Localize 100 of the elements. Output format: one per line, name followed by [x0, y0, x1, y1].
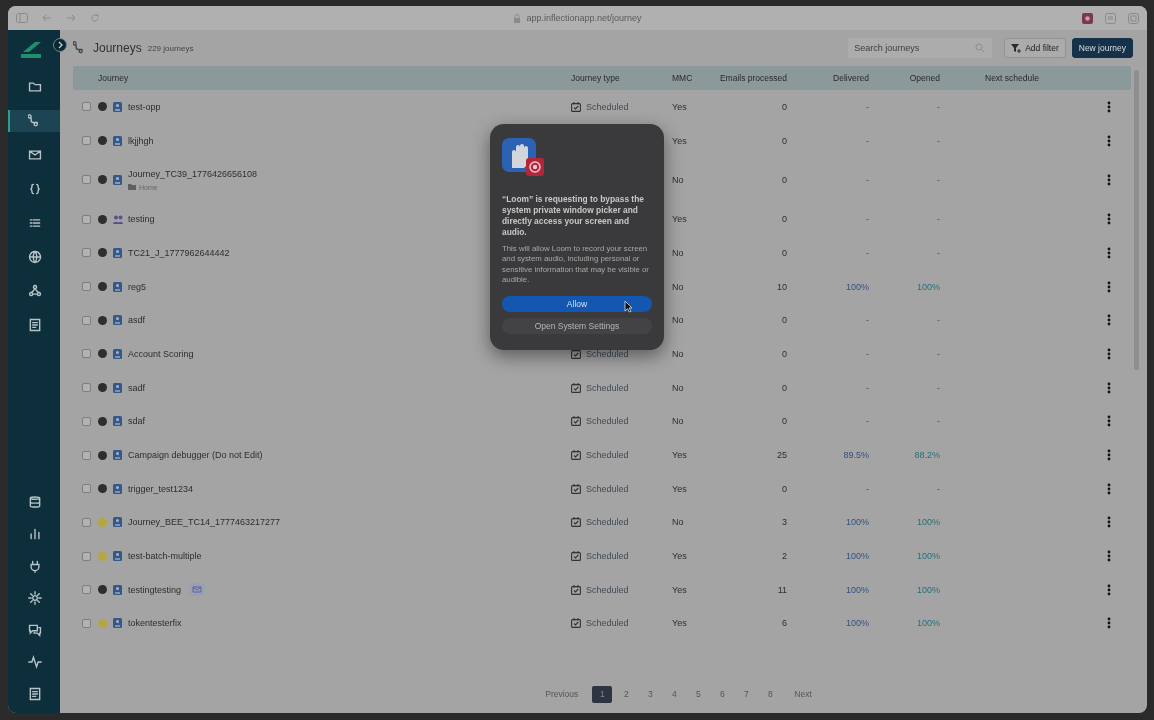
delivered-cell-text: -	[865, 247, 869, 258]
more-icon[interactable]	[1107, 314, 1111, 327]
row-checkbox[interactable]	[82, 383, 91, 393]
previous-link[interactable]: Previous	[533, 689, 591, 699]
search-field[interactable]: Search journeys	[848, 38, 993, 58]
page-number[interactable]: 7	[736, 685, 757, 703]
more-icon[interactable]	[1107, 415, 1111, 428]
more-icon[interactable]	[1107, 482, 1111, 495]
emails-cell-text: 6	[781, 618, 787, 629]
mail-icon	[28, 148, 42, 162]
extension-icon[interactable]	[1082, 12, 1093, 24]
journey-type: Scheduled	[586, 551, 629, 562]
journey-name[interactable]: asdf	[128, 315, 145, 326]
delivered-cell-text: -	[865, 483, 869, 494]
new-journey-button[interactable]: New journey	[1071, 38, 1133, 58]
page-number[interactable]: 2	[616, 685, 637, 703]
row-checkbox[interactable]	[82, 248, 91, 258]
braces-icon	[28, 182, 42, 196]
document-icon	[28, 318, 42, 332]
logo-icon[interactable]	[19, 40, 43, 60]
row-checkbox[interactable]	[82, 136, 91, 146]
more-icon[interactable]	[1107, 347, 1111, 360]
emails-cell-text: 0	[781, 214, 787, 225]
more-icon[interactable]	[1107, 246, 1111, 259]
more-icon[interactable]	[1107, 280, 1111, 293]
nav-item[interactable]	[8, 110, 60, 132]
collapse-icon[interactable]	[53, 38, 67, 52]
opened-cell-text: -	[936, 315, 940, 326]
journey-name[interactable]: lkjjhgh	[128, 135, 154, 146]
row-checkbox[interactable]	[82, 551, 91, 561]
more-icon[interactable]	[1107, 583, 1111, 596]
column-header: Journey	[98, 73, 130, 83]
row-checkbox[interactable]	[82, 450, 91, 460]
calendar-check-icon	[571, 101, 581, 112]
opened-cell-text: -	[936, 174, 940, 185]
more-icon[interactable]	[1107, 381, 1111, 394]
more-icon[interactable]	[1107, 516, 1111, 529]
journey-name[interactable]: Campaign debugger (Do not Edit)	[128, 450, 263, 461]
delivered-cell-text: 100%	[844, 517, 869, 528]
next-link[interactable]: Next	[782, 689, 824, 699]
column-header: MMC	[672, 73, 694, 83]
delivered-cell-text: -	[865, 416, 869, 427]
journey-name[interactable]: tokentesterfix	[128, 618, 182, 629]
journey-name[interactable]: TC21_J_1777962644442	[128, 247, 230, 258]
journey-name[interactable]: test-opp	[128, 101, 161, 112]
page-number[interactable]: 4	[664, 685, 685, 703]
opened-cell-text: -	[936, 416, 940, 427]
journey-name[interactable]: Journey_TC39_1776426656108	[128, 168, 258, 179]
more-icon[interactable]	[1107, 617, 1111, 630]
page-number[interactable]: 6	[712, 685, 733, 703]
journey-name[interactable]: sdaf	[128, 416, 145, 427]
row-checkbox[interactable]	[82, 282, 91, 292]
page-number[interactable]: 5	[688, 685, 709, 703]
row-checkbox[interactable]	[82, 517, 91, 527]
row-checkbox[interactable]	[82, 416, 91, 426]
page-number[interactable]: 1	[592, 685, 613, 703]
row-checkbox[interactable]	[82, 585, 91, 595]
row-checkbox[interactable]	[82, 175, 91, 185]
more-icon[interactable]	[1107, 173, 1111, 186]
page-number[interactable]: 8	[760, 685, 781, 703]
column-header: Delivered	[832, 73, 869, 83]
emails-cell-text: 3	[781, 517, 787, 528]
more-icon[interactable]	[1107, 550, 1111, 563]
journey-name[interactable]: testing	[128, 214, 155, 225]
address-bar[interactable]: app.inflectionapp.net/journey	[526, 13, 642, 23]
opened-cell-text: -	[936, 247, 940, 258]
more-icon[interactable]	[1107, 100, 1111, 113]
page-number[interactable]: 3	[640, 685, 661, 703]
journey-name[interactable]: test-batch-multiple	[128, 551, 202, 562]
filter-icon	[1011, 43, 1022, 53]
journey-name[interactable]: sadf	[128, 382, 145, 393]
settings-button[interactable]: Open System Settings	[502, 317, 652, 334]
more-icon[interactable]	[1107, 134, 1111, 147]
journey-name[interactable]: reg5	[128, 281, 146, 292]
row-checkbox[interactable]	[82, 102, 91, 112]
row-checkbox[interactable]	[82, 349, 91, 359]
row-checkbox[interactable]	[82, 618, 91, 628]
row-checkbox[interactable]	[82, 214, 91, 224]
journey-name[interactable]: testingtesting	[128, 584, 182, 595]
opened-cell-text: 100%	[915, 281, 940, 292]
sidebar-toggle-icon[interactable]	[16, 13, 28, 23]
journey-name[interactable]: Journey_BEE_TC14_1777463217277	[128, 517, 281, 528]
delivered-cell-text: -	[865, 174, 869, 185]
opened-cell-text: 100%	[915, 551, 940, 562]
allow-button[interactable]: Allow	[502, 295, 652, 312]
filter-button[interactable]: Add filter	[1004, 38, 1066, 58]
emails-cell-text: 25	[776, 450, 787, 461]
mmc-cell-text: No	[672, 281, 685, 292]
emails-cell-text: 0	[781, 315, 787, 326]
row-checkbox[interactable]	[82, 315, 91, 325]
more-icon[interactable]	[1107, 449, 1111, 462]
bar-chart-icon	[28, 527, 42, 541]
journey-name[interactable]: trigger_test1234	[128, 483, 194, 494]
row-checkbox[interactable]	[82, 484, 91, 494]
cursor-icon	[624, 300, 633, 313]
journey-type: Scheduled	[586, 348, 629, 359]
more-icon[interactable]	[1107, 213, 1111, 226]
journey-name[interactable]: Account Scoring	[128, 348, 194, 359]
mmc-cell-text: No	[672, 348, 685, 359]
emails-cell-text: 11	[776, 584, 787, 595]
